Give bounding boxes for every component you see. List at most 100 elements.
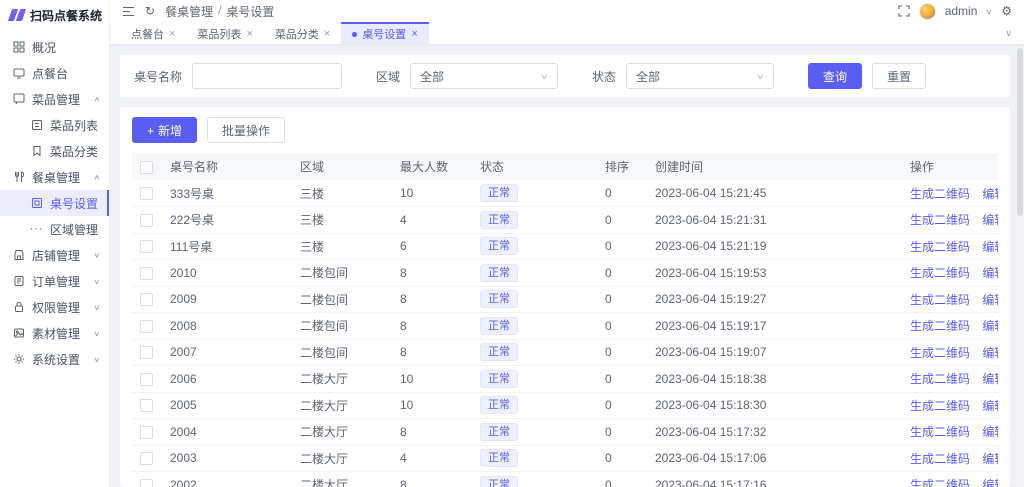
edit-link[interactable]: 编辑 xyxy=(982,346,998,360)
select-all-checkbox[interactable] xyxy=(140,161,153,174)
generate-qrcode-link[interactable]: 生成二维码 xyxy=(910,319,970,333)
row-checkbox[interactable] xyxy=(140,293,153,306)
sidebar-item-permission-management[interactable]: 权限管理 ∨ xyxy=(0,294,109,320)
generate-qrcode-link[interactable]: 生成二维码 xyxy=(910,187,970,201)
shop-icon xyxy=(12,249,25,262)
cell-created-time: 2023-06-04 15:17:06 xyxy=(647,445,902,472)
generate-qrcode-link[interactable]: 生成二维码 xyxy=(910,266,970,280)
tab-dish-list[interactable]: 菜品列表 × xyxy=(186,22,263,44)
table-name-input[interactable] xyxy=(192,63,342,89)
cell-table-name: 333号桌 xyxy=(162,180,292,207)
user-name[interactable]: admin xyxy=(945,4,978,18)
collapse-sidebar-icon[interactable] xyxy=(122,6,135,17)
sidebar-item-area-management[interactable]: ··· 区域管理 xyxy=(0,216,109,242)
cell-created-time: 2023-06-04 15:17:16 xyxy=(647,472,902,487)
search-button[interactable]: 查询 xyxy=(808,63,862,89)
settings-gear-icon[interactable]: ⚙ xyxy=(1001,5,1012,17)
close-icon[interactable]: × xyxy=(246,28,252,40)
edit-link[interactable]: 编辑 xyxy=(982,293,998,307)
cell-area: 二楼大厅 xyxy=(292,419,392,446)
tab-label: 菜品分类 xyxy=(275,26,319,42)
cell-max-people: 4 xyxy=(392,207,472,234)
generate-qrcode-link[interactable]: 生成二维码 xyxy=(910,240,970,254)
sidebar-item-table-management[interactable]: 餐桌管理 ∧ xyxy=(0,164,109,190)
status-badge: 正常 xyxy=(480,290,518,308)
tab-bar: 点餐台 × 菜品列表 × 菜品分类 × 桌号设置 × ∨ xyxy=(110,22,1024,45)
utensils-icon xyxy=(12,171,25,184)
refresh-icon[interactable]: ↻ xyxy=(145,5,155,17)
sidebar-item-material-management[interactable]: 素材管理 ∨ xyxy=(0,320,109,346)
tab-order-counter[interactable]: 点餐台 × xyxy=(120,22,186,44)
col-header-area: 区域 xyxy=(292,153,392,180)
row-checkbox[interactable] xyxy=(140,479,153,487)
generate-qrcode-link[interactable]: 生成二维码 xyxy=(910,213,970,227)
cell-table-name: 111号桌 xyxy=(162,233,292,260)
cell-area: 二楼包间 xyxy=(292,313,392,340)
chevron-down-icon[interactable]: ∨ xyxy=(986,7,993,15)
edit-link[interactable]: 编辑 xyxy=(982,478,998,487)
edit-link[interactable]: 编辑 xyxy=(982,372,998,386)
row-checkbox[interactable] xyxy=(140,426,153,439)
add-button[interactable]: +新增 xyxy=(132,117,197,143)
generate-qrcode-link[interactable]: 生成二维码 xyxy=(910,372,970,386)
area-select[interactable]: 全部 ∨ xyxy=(410,63,558,89)
reset-button[interactable]: 重置 xyxy=(872,63,926,89)
generate-qrcode-link[interactable]: 生成二维码 xyxy=(910,346,970,360)
cell-table-name: 2010 xyxy=(162,260,292,287)
cell-sort: 0 xyxy=(597,445,647,472)
tab-dish-category[interactable]: 菜品分类 × xyxy=(264,22,341,44)
row-checkbox[interactable] xyxy=(140,267,153,280)
vertical-scrollbar[interactable] xyxy=(1016,46,1024,487)
chevron-down-icon: ∨ xyxy=(94,329,101,337)
table-row: 2004 二楼大厅 8 正常 0 2023-06-04 15:17:32 生成二… xyxy=(132,419,998,446)
sidebar-item-table-number-settings[interactable]: 桌号设置 xyxy=(0,190,109,216)
row-checkbox[interactable] xyxy=(140,373,153,386)
status-select[interactable]: 全部 ∨ xyxy=(626,63,774,89)
close-icon[interactable]: × xyxy=(411,28,417,40)
generate-qrcode-link[interactable]: 生成二维码 xyxy=(910,452,970,466)
row-checkbox[interactable] xyxy=(140,399,153,412)
batch-actions-button[interactable]: 批量操作 xyxy=(207,117,285,143)
sidebar-item-system-settings[interactable]: 系统设置 ∨ xyxy=(0,346,109,372)
sidebar-item-order-counter[interactable]: 点餐台 xyxy=(0,60,109,86)
edit-link[interactable]: 编辑 xyxy=(982,319,998,333)
row-checkbox[interactable] xyxy=(140,214,153,227)
tab-label: 桌号设置 xyxy=(362,26,406,42)
row-checkbox[interactable] xyxy=(140,187,153,200)
close-icon[interactable]: × xyxy=(324,28,330,40)
sidebar-item-dish-management[interactable]: 菜品管理 ∧ xyxy=(0,86,109,112)
row-checkbox[interactable] xyxy=(140,452,153,465)
cell-max-people: 10 xyxy=(392,366,472,393)
edit-link[interactable]: 编辑 xyxy=(982,266,998,280)
edit-link[interactable]: 编辑 xyxy=(982,425,998,439)
close-icon[interactable]: × xyxy=(169,28,175,40)
sidebar-item-label: 桌号设置 xyxy=(50,195,98,212)
sidebar-item-dish-list[interactable]: 菜品列表 xyxy=(0,112,109,138)
breadcrumb: 餐桌管理 / 桌号设置 xyxy=(165,3,274,20)
generate-qrcode-link[interactable]: 生成二维码 xyxy=(910,425,970,439)
row-checkbox[interactable] xyxy=(140,320,153,333)
sidebar-item-order-management[interactable]: 订单管理 ∨ xyxy=(0,268,109,294)
edit-link[interactable]: 编辑 xyxy=(982,187,998,201)
generate-qrcode-link[interactable]: 生成二维码 xyxy=(910,293,970,307)
status-badge: 正常 xyxy=(480,264,518,282)
scrollbar-thumb[interactable] xyxy=(1017,48,1023,216)
row-checkbox[interactable] xyxy=(140,240,153,253)
generate-qrcode-link[interactable]: 生成二维码 xyxy=(910,399,970,413)
edit-link[interactable]: 编辑 xyxy=(982,213,998,227)
edit-link[interactable]: 编辑 xyxy=(982,399,998,413)
sidebar-item-dish-category[interactable]: 菜品分类 xyxy=(0,138,109,164)
tabs-dropdown-icon[interactable]: ∨ xyxy=(1005,22,1024,44)
sidebar-item-label: 系统设置 xyxy=(32,351,80,368)
tab-table-number-settings[interactable]: 桌号设置 × xyxy=(341,22,428,44)
avatar[interactable] xyxy=(919,3,936,20)
sidebar-item-overview[interactable]: 概况 xyxy=(0,34,109,60)
row-checkbox[interactable] xyxy=(140,346,153,359)
cell-max-people: 8 xyxy=(392,419,472,446)
fullscreen-icon[interactable] xyxy=(898,5,910,17)
edit-link[interactable]: 编辑 xyxy=(982,240,998,254)
edit-link[interactable]: 编辑 xyxy=(982,452,998,466)
generate-qrcode-link[interactable]: 生成二维码 xyxy=(910,478,970,487)
sidebar-item-shop-management[interactable]: 店铺管理 ∨ xyxy=(0,242,109,268)
cell-area: 二楼包间 xyxy=(292,286,392,313)
